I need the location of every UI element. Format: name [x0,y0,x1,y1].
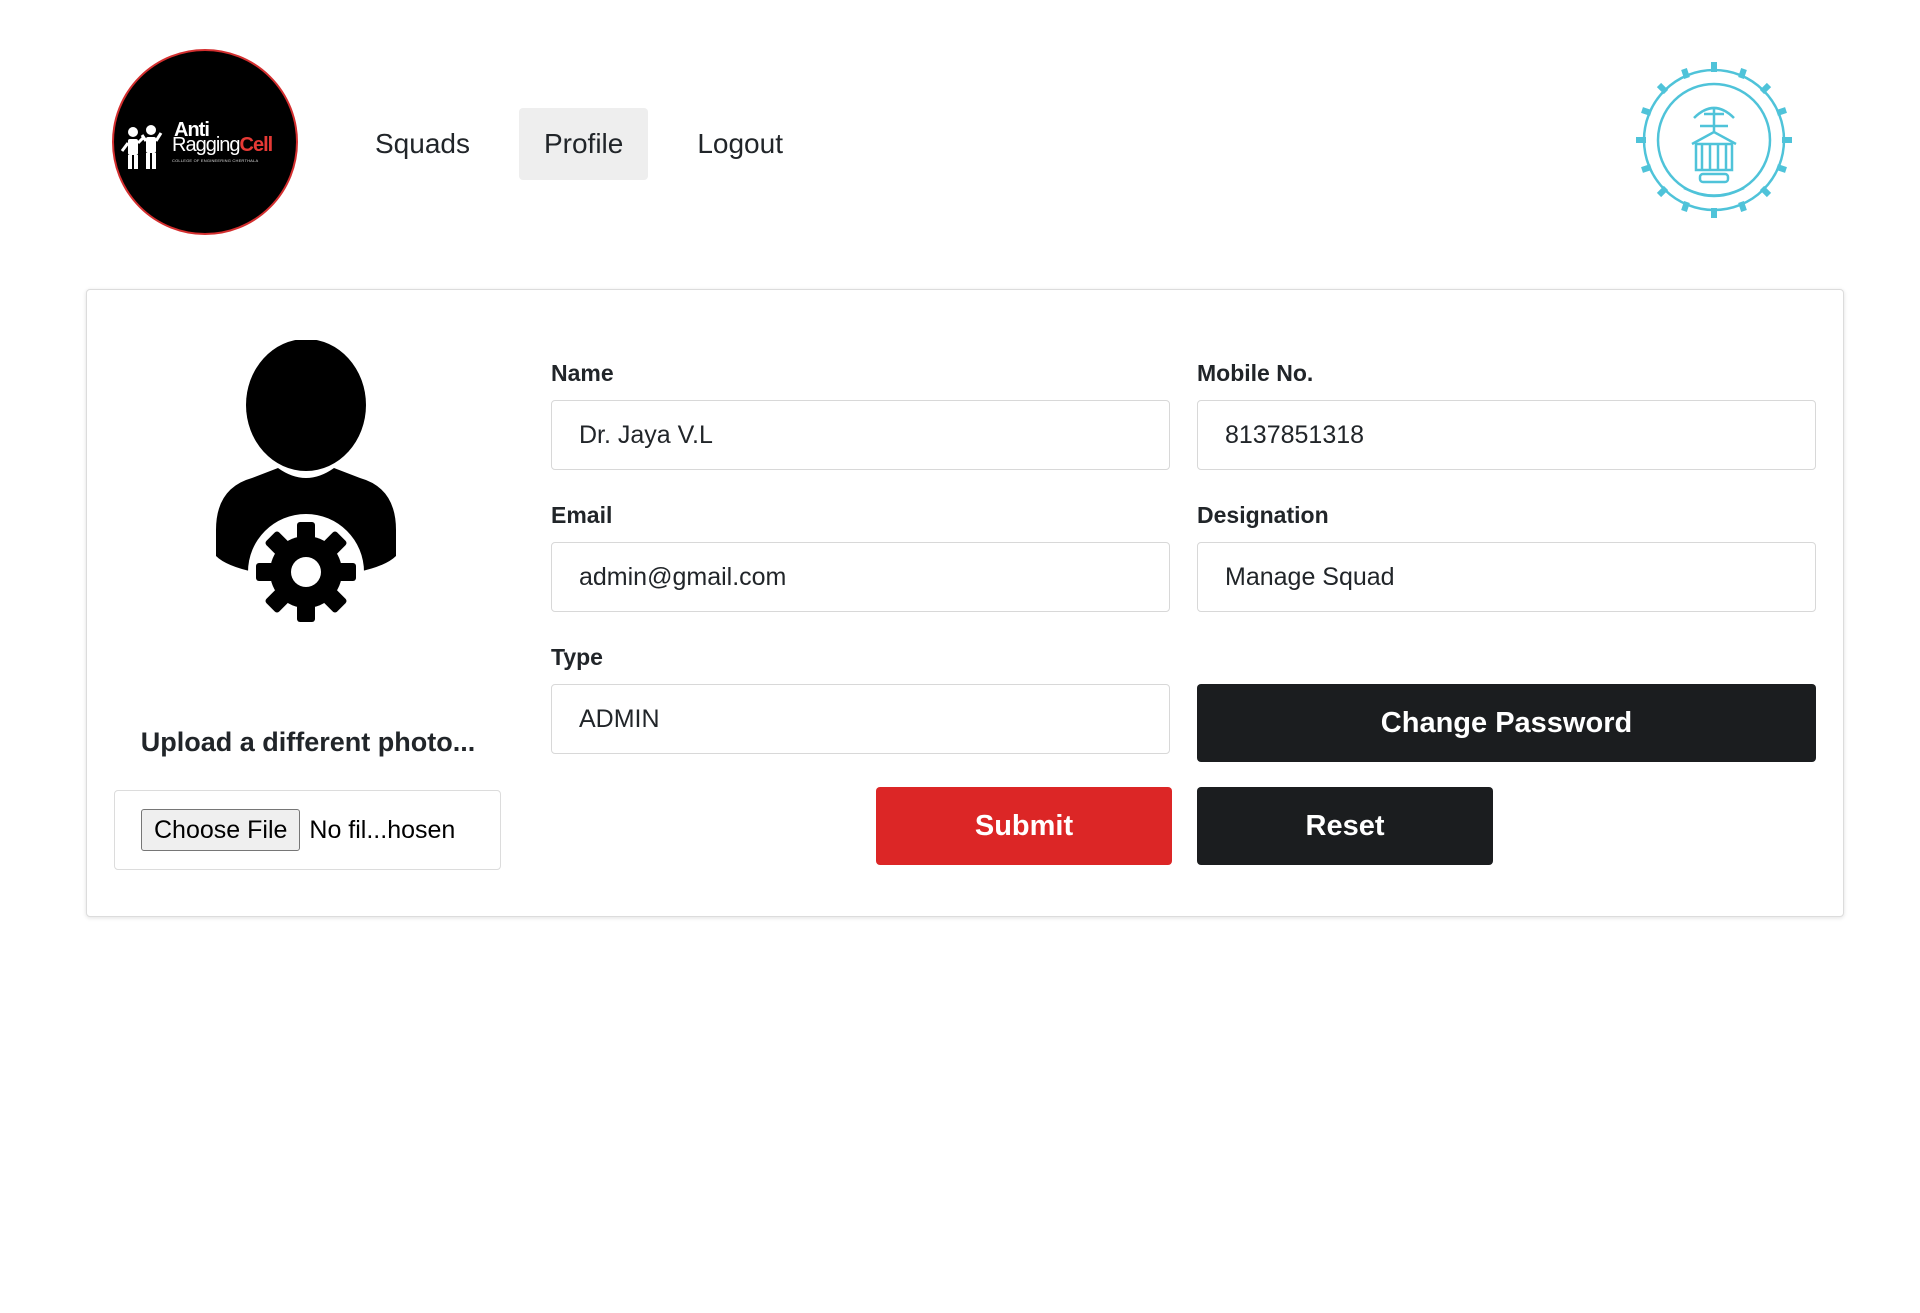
change-password-button[interactable]: Change Password [1197,684,1816,762]
college-seal-icon [1636,62,1792,218]
designation-input[interactable]: Manage Squad [1197,542,1816,612]
reset-button[interactable]: Reset [1197,787,1493,865]
email-input[interactable]: admin@gmail.com [551,542,1170,612]
choose-file-button[interactable]: Choose File [141,809,301,851]
profile-card: Upload a different photo... Choose File … [86,289,1844,917]
file-status-text: No fil...hosen [309,815,456,844]
type-input[interactable]: ADMIN [551,684,1170,754]
nav-logout[interactable]: Logout [672,108,808,180]
nav-profile[interactable]: Profile [518,108,649,180]
email-label: Email [551,502,613,528]
logo-text-ragging-cell: RaggingCell [172,134,273,156]
name-input[interactable]: Dr. Jaya V.L [551,400,1170,470]
mobile-input[interactable]: 8137851318 [1197,400,1816,470]
mobile-label: Mobile No. [1197,360,1314,386]
header: Anti RaggingCell COLLEGE OF ENGINEERING … [0,0,1920,260]
type-label: Type [551,644,603,670]
user-gear-icon [216,340,396,630]
main-nav: Squads Profile Logout [350,108,832,180]
photo-file-input[interactable]: Choose File No fil...hosen [114,790,501,870]
submit-button[interactable]: Submit [876,787,1172,865]
anti-ragging-cell-logo[interactable]: Anti RaggingCell COLLEGE OF ENGINEERING … [112,49,298,235]
name-label: Name [551,360,614,386]
designation-label: Designation [1197,502,1329,528]
logo-subtitle: COLLEGE OF ENGINEERING CHERTHALA [172,158,259,163]
nav-squads[interactable]: Squads [350,108,495,180]
upload-photo-label: Upload a different photo... [140,727,476,757]
